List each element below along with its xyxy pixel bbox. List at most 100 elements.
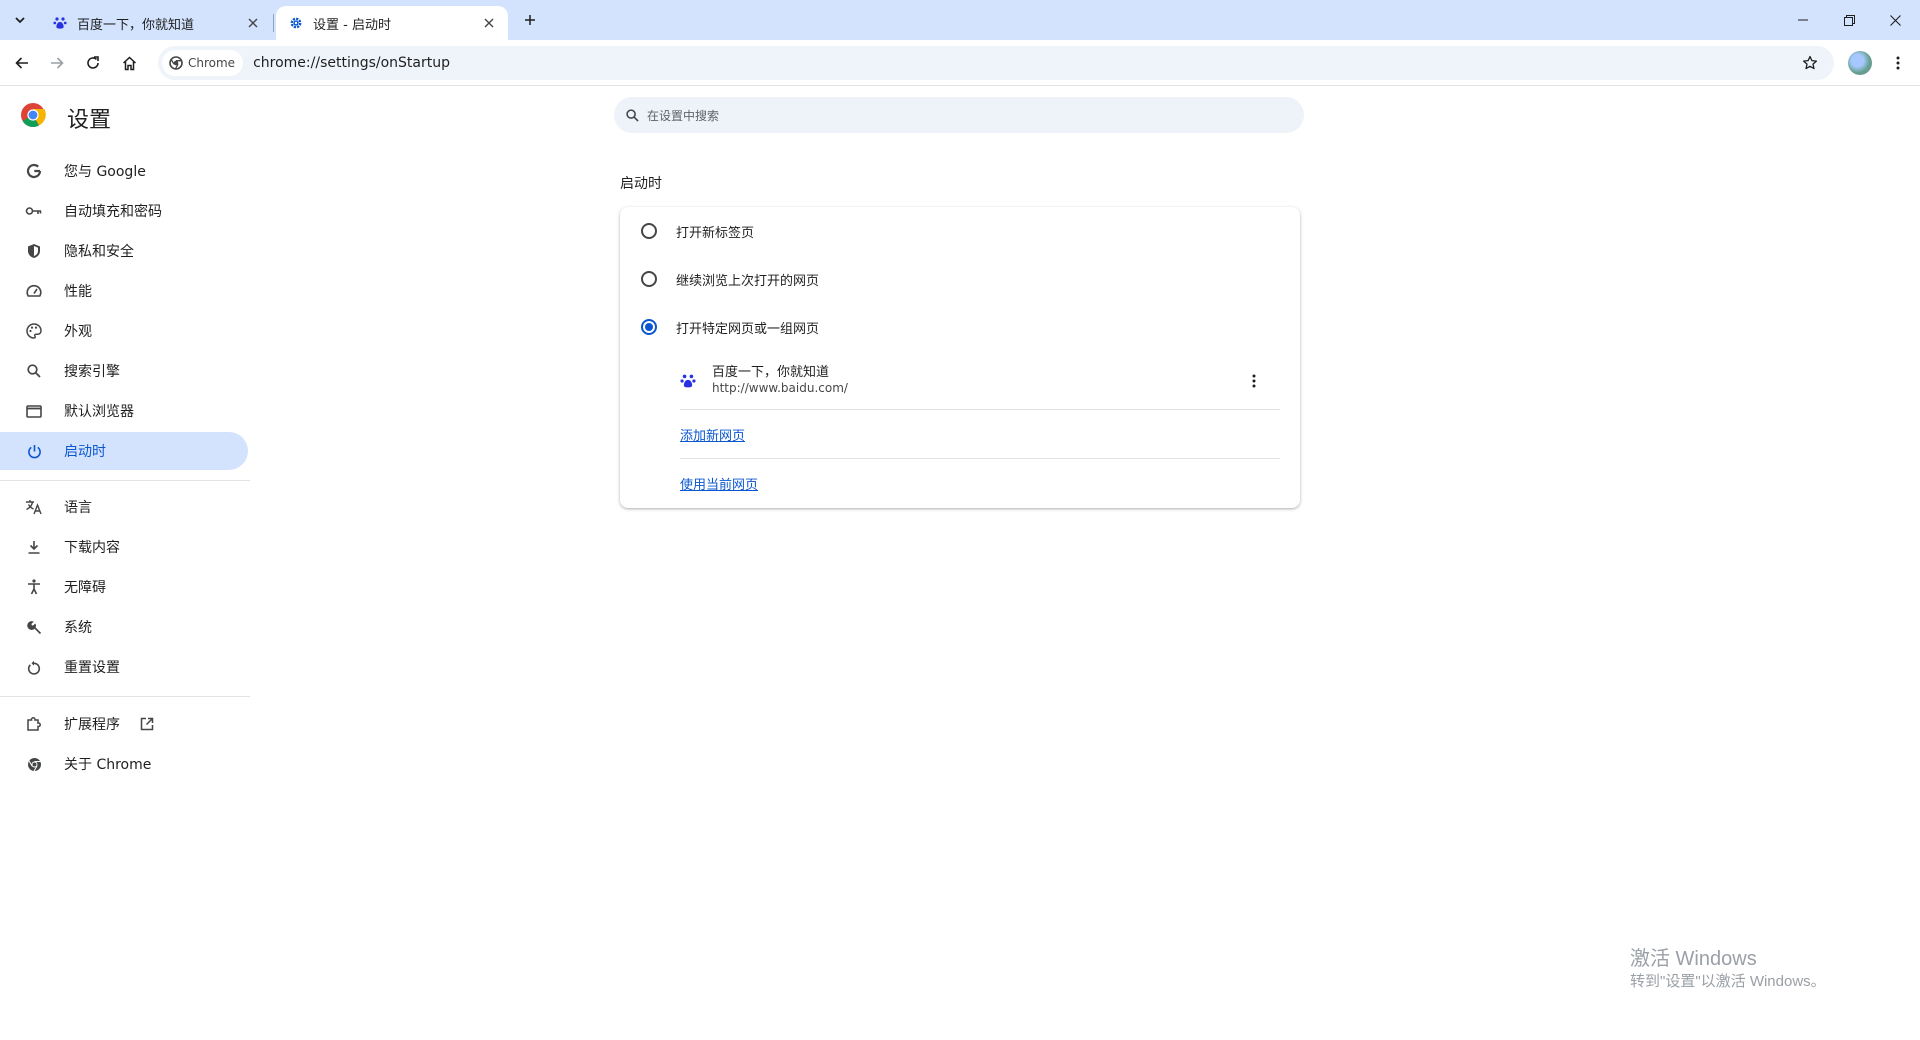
key-icon xyxy=(24,201,44,221)
sidebar-item-default-browser[interactable]: 默认浏览器 xyxy=(0,392,248,430)
sidebar-item-label: 关于 Chrome xyxy=(64,757,152,773)
back-arrow-icon xyxy=(15,57,28,69)
radio-button-checked[interactable] xyxy=(641,319,657,335)
sidebar-item-label: 自动填充和密码 xyxy=(64,204,162,220)
sidebar-item-label: 默认浏览器 xyxy=(64,404,134,420)
more-actions-button[interactable] xyxy=(1240,367,1268,395)
sidebar-item-about-chrome[interactable]: 关于 Chrome xyxy=(0,745,248,783)
sidebar-item-appearance[interactable]: 外观 xyxy=(0,312,248,350)
vertical-dots-icon xyxy=(1252,374,1256,388)
home-button[interactable] xyxy=(115,49,143,77)
palette-icon xyxy=(24,321,44,341)
tab-search-button[interactable] xyxy=(8,8,32,32)
close-window-button[interactable] xyxy=(1872,0,1918,40)
sidebar-item-privacy[interactable]: 隐私和安全 xyxy=(0,232,248,270)
chevron-down-icon xyxy=(15,17,25,24)
sidebar-item-reset[interactable]: 重置设置 xyxy=(0,648,248,686)
sidebar-divider xyxy=(0,480,250,481)
search-icon xyxy=(24,361,44,381)
shield-icon xyxy=(24,241,44,261)
wrench-icon xyxy=(24,617,44,637)
baidu-paw-icon xyxy=(680,374,696,388)
plus-icon xyxy=(525,15,535,25)
site-info-chip[interactable]: Chrome xyxy=(162,50,244,76)
close-icon xyxy=(1889,14,1901,26)
new-tab-button[interactable] xyxy=(518,8,542,32)
vertical-dots-icon xyxy=(1896,56,1900,70)
reload-button[interactable] xyxy=(79,49,107,77)
sidebar-item-you-and-google[interactable]: 您与 Google xyxy=(0,152,248,190)
search-placeholder: 在设置中搜索 xyxy=(647,108,720,123)
gear-icon xyxy=(288,15,304,31)
sidebar-item-label: 启动时 xyxy=(64,444,106,460)
divider xyxy=(680,409,1280,410)
tab-settings[interactable]: 设置 - 启动时 xyxy=(276,6,508,40)
radio-open-new-tab[interactable]: 打开新标签页 xyxy=(620,207,1300,255)
google-g-icon xyxy=(24,161,44,181)
address-bar[interactable]: Chrome chrome://settings/onStartup xyxy=(158,46,1834,80)
chrome-logo xyxy=(21,103,46,128)
add-new-page-link[interactable]: 添加新网页 xyxy=(680,425,745,444)
sidebar-item-on-startup[interactable]: 启动时 xyxy=(0,432,248,470)
settings-search-input[interactable]: 在设置中搜索 xyxy=(614,97,1304,133)
radio-continue-where-left-off[interactable]: 继续浏览上次打开的网页 xyxy=(620,255,1300,303)
startup-page-url: http://www.baidu.com/ xyxy=(712,381,848,395)
radio-open-specific-pages[interactable]: 打开特定网页或一组网页 xyxy=(620,303,1300,351)
reload-icon xyxy=(87,56,99,69)
close-icon[interactable] xyxy=(480,14,498,32)
sidebar-item-system[interactable]: 系统 xyxy=(0,608,248,646)
chrome-icon xyxy=(24,754,44,774)
tab-strip: 百度一下，你就知道 设置 - 启动时 xyxy=(0,0,1920,40)
radio-button[interactable] xyxy=(641,271,657,287)
sidebar-item-label: 外观 xyxy=(64,324,92,340)
profile-avatar[interactable] xyxy=(1848,51,1872,75)
sidebar-item-autofill[interactable]: 自动填充和密码 xyxy=(0,192,248,230)
external-link-icon xyxy=(138,715,156,733)
translate-icon xyxy=(24,497,44,517)
section-title: 启动时 xyxy=(620,176,662,192)
sidebar-divider xyxy=(0,696,250,697)
radio-label: 打开新标签页 xyxy=(676,225,755,241)
sidebar-item-label: 隐私和安全 xyxy=(64,244,134,260)
url-text[interactable]: chrome://settings/onStartup xyxy=(253,55,450,71)
restore-icon xyxy=(1843,14,1855,26)
startup-page-title: 百度一下，你就知道 xyxy=(712,365,830,380)
minimize-button[interactable] xyxy=(1780,0,1826,40)
home-icon xyxy=(122,55,136,70)
tab-baidu[interactable]: 百度一下，你就知道 xyxy=(40,6,272,40)
minimize-icon xyxy=(1798,19,1808,21)
sidebar-item-label: 搜索引擎 xyxy=(64,364,120,380)
use-current-pages-link[interactable]: 使用当前网页 xyxy=(680,474,758,493)
menu-button[interactable] xyxy=(1884,49,1912,77)
back-button[interactable] xyxy=(8,49,36,77)
restore-button[interactable] xyxy=(1826,0,1872,40)
sidebar-item-label: 无障碍 xyxy=(64,580,106,596)
close-icon[interactable] xyxy=(244,14,262,32)
sidebar-item-languages[interactable]: 语言 xyxy=(0,488,248,526)
sidebar-item-search-engine[interactable]: 搜索引擎 xyxy=(0,352,248,390)
tab-title: 百度一下，你就知道 xyxy=(77,17,195,33)
startup-card: 打开新标签页 继续浏览上次打开的网页 打开特定网页或一组网页 百度一下，你就知道… xyxy=(620,207,1300,508)
accessibility-icon xyxy=(24,577,44,597)
sidebar-item-label: 语言 xyxy=(64,500,92,516)
activate-windows-title: 激活 Windows xyxy=(1630,948,1757,970)
activate-windows-subtitle: 转到"设置"以激活 Windows。 xyxy=(1630,973,1826,990)
tab-separator xyxy=(273,14,274,32)
sidebar-item-extensions[interactable]: 扩展程序 xyxy=(0,705,248,743)
forward-button[interactable] xyxy=(43,49,71,77)
radio-button[interactable] xyxy=(641,223,657,239)
divider xyxy=(680,458,1280,459)
sidebar-item-label: 性能 xyxy=(64,284,92,300)
sidebar-item-label: 系统 xyxy=(64,620,92,636)
download-icon xyxy=(24,537,44,557)
reset-icon xyxy=(24,657,44,677)
sidebar-item-label: 您与 Google xyxy=(64,164,146,180)
radio-label: 继续浏览上次打开的网页 xyxy=(676,273,820,289)
sidebar-item-performance[interactable]: 性能 xyxy=(0,272,248,310)
bookmark-star-icon[interactable] xyxy=(1800,53,1820,73)
chrome-icon xyxy=(169,56,183,70)
sidebar-item-label: 重置设置 xyxy=(64,660,120,676)
sidebar-item-downloads[interactable]: 下载内容 xyxy=(0,528,248,566)
chip-label: Chrome xyxy=(188,56,236,70)
sidebar-item-accessibility[interactable]: 无障碍 xyxy=(0,568,248,606)
